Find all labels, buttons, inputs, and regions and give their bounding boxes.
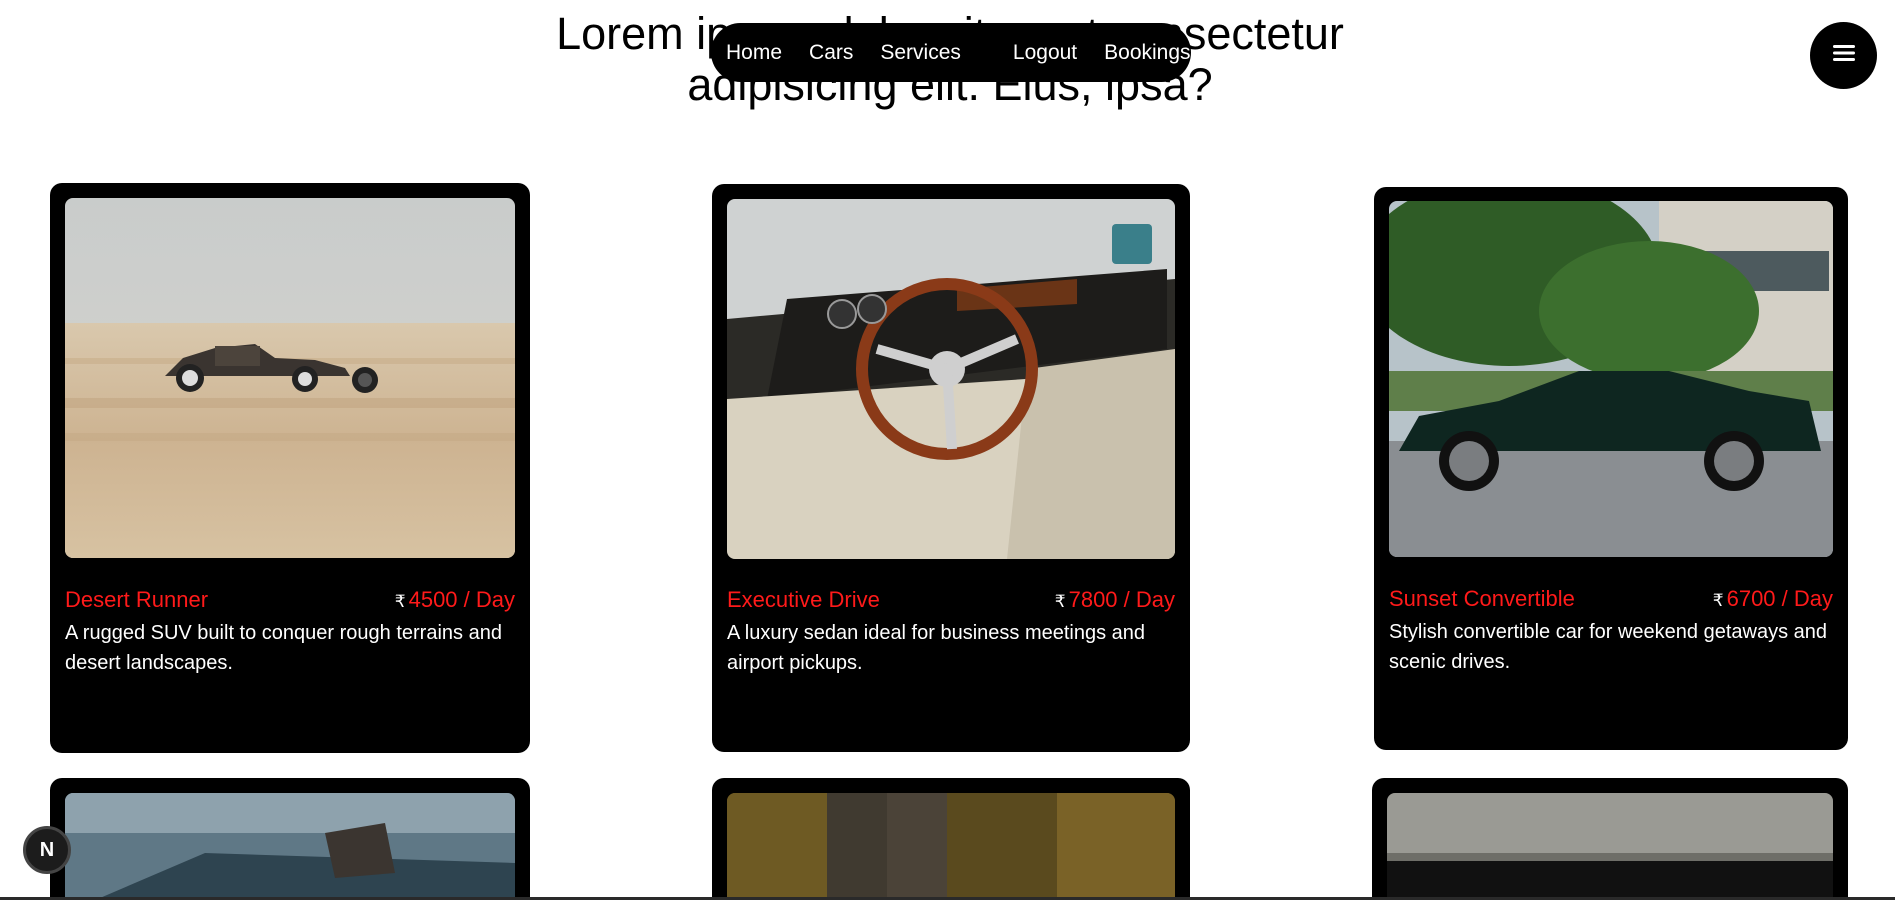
card-title: Sunset Convertible [1389,586,1575,611]
car-image [65,793,515,900]
car-card[interactable]: Sunset Convertible ₹6700 / Day Stylish c… [1374,187,1848,750]
nav-link-cars[interactable]: Cars [809,41,853,65]
nav-link-bookings[interactable]: Bookings [1104,41,1190,65]
car-card[interactable] [50,778,530,900]
navbar: Home Cars Services Logout Bookings [711,23,1191,82]
price-value: 4500 / Day [408,587,515,612]
price-value: 7800 / Day [1068,587,1175,612]
rupee-icon: ₹ [394,592,406,611]
nav-link-services[interactable]: Services [880,41,961,65]
car-image-sunset-convertible [1389,201,1833,557]
card-price: ₹7800 / Day [1055,587,1175,613]
car-card[interactable]: Desert Runner ₹4500 / Day A rugged SUV b… [50,183,530,753]
card-title: Executive Drive [727,587,880,612]
car-image [1387,793,1833,900]
car-card[interactable] [1372,778,1848,900]
card-price: ₹4500 / Day [395,587,515,613]
card-description: Stylish convertible car for weekend geta… [1389,621,1828,673]
card-price: ₹6700 / Day [1713,586,1833,612]
nav-link-home[interactable]: Home [726,41,782,65]
rupee-icon: ₹ [1712,591,1724,610]
car-image-executive-drive [727,199,1175,559]
car-card[interactable] [712,778,1190,900]
dev-badge-button[interactable]: N [23,826,71,874]
price-value: 6700 / Day [1726,586,1833,611]
car-image [727,793,1175,900]
card-description: A rugged SUV built to conquer rough terr… [65,622,502,674]
car-image-desert-runner [65,198,515,558]
card-title: Desert Runner [65,587,209,612]
menu-button[interactable] [1810,22,1877,89]
car-card[interactable]: Executive Drive ₹7800 / Day A luxury sed… [712,184,1190,752]
card-description: A luxury sedan ideal for business meetin… [727,622,1146,674]
badge-label: N [39,838,55,861]
hamburger-icon [1832,43,1856,68]
nav-link-logout[interactable]: Logout [1013,41,1077,65]
rupee-icon: ₹ [1054,592,1066,611]
